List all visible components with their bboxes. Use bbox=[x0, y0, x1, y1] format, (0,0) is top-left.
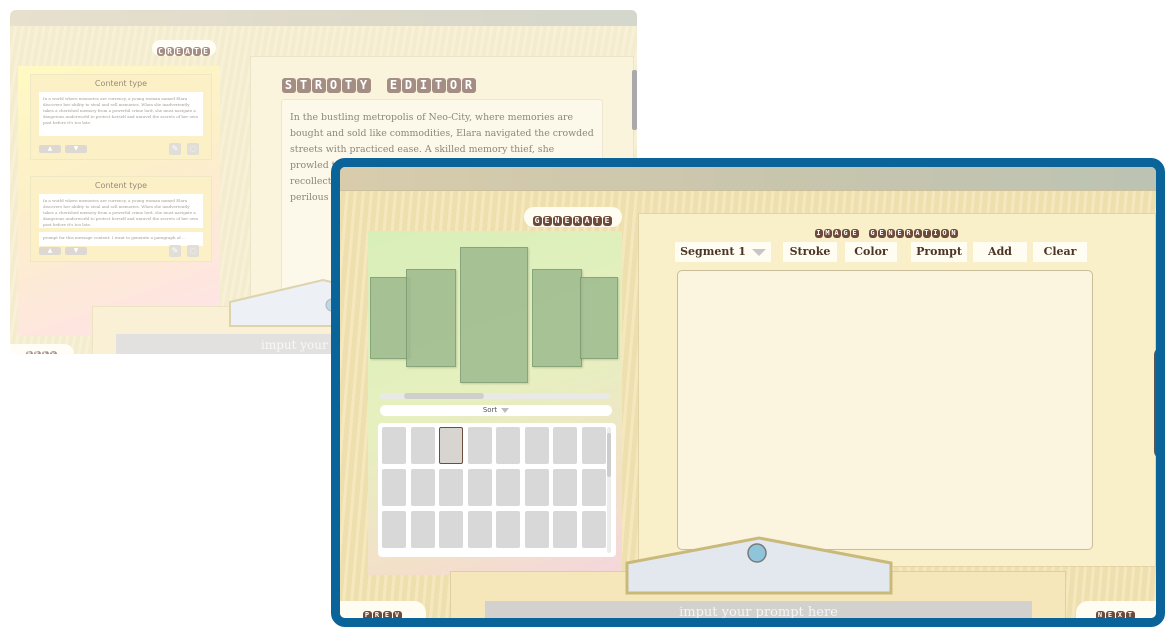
create-button[interactable]: CREATE bbox=[152, 40, 216, 56]
card-actions: ▲ ▼ ✎ ◌ bbox=[37, 245, 205, 257]
add-button[interactable]: Add bbox=[973, 242, 1027, 262]
sort-label: Sort bbox=[482, 406, 498, 414]
thumbnail-cell[interactable] bbox=[467, 469, 492, 506]
thumbnail-cell[interactable] bbox=[439, 427, 463, 464]
next-label: NEXT bbox=[1096, 610, 1135, 619]
move-up-button[interactable]: ▲ bbox=[39, 145, 61, 153]
chevron-down-icon bbox=[501, 407, 510, 413]
gallery-frame[interactable] bbox=[532, 269, 582, 367]
gallery-frame[interactable] bbox=[406, 269, 456, 367]
move-down-button[interactable]: ▼ bbox=[65, 145, 87, 153]
thumbnail-cell[interactable] bbox=[553, 511, 577, 548]
content-card[interactable]: Content type In a world where memories a… bbox=[30, 176, 212, 262]
move-down-button[interactable]: ▼ bbox=[65, 247, 87, 255]
thumbnail-cell[interactable] bbox=[496, 469, 520, 506]
thumbnail-cell[interactable] bbox=[467, 427, 492, 464]
editor-title: STROTY EDITOR bbox=[282, 74, 477, 93]
image-generation-panel: IMAGE GENERATION Segment 1 Stroke Color … bbox=[638, 213, 1156, 567]
side-handle[interactable] bbox=[1154, 347, 1156, 459]
thumbnail-cell[interactable] bbox=[524, 511, 549, 548]
prompt-button[interactable]: Prompt bbox=[911, 242, 967, 262]
thumbnail-cell[interactable] bbox=[382, 511, 406, 548]
segment-dropdown[interactable]: Segment 1 bbox=[675, 242, 771, 262]
gallery-frame[interactable] bbox=[580, 277, 618, 359]
prev-label: PREV bbox=[26, 341, 58, 354]
thumbnail-cell[interactable] bbox=[382, 469, 406, 506]
thumbnail-cell[interactable] bbox=[496, 511, 520, 548]
generate-button[interactable]: GENERATE bbox=[524, 207, 622, 227]
card-text: In a world where memories are currency, … bbox=[39, 92, 203, 136]
thumbnail-cell[interactable] bbox=[553, 469, 577, 506]
thumbnail-cell[interactable] bbox=[581, 511, 606, 548]
thumbnail-cell[interactable] bbox=[524, 469, 549, 506]
sort-dropdown[interactable]: Sort bbox=[380, 405, 612, 416]
pencil-icon[interactable]: ✎ bbox=[169, 245, 181, 257]
panel-title: IMAGE GENERATION bbox=[815, 229, 958, 238]
side-handle[interactable] bbox=[632, 70, 637, 130]
prev-label: PREV bbox=[363, 610, 402, 619]
thumbnail-grid bbox=[378, 423, 616, 557]
prev-button[interactable]: PREV bbox=[10, 344, 74, 354]
scrollbar-thumb[interactable] bbox=[404, 393, 484, 399]
thumbnail-cell[interactable] bbox=[553, 427, 577, 464]
next-button[interactable]: NEXT bbox=[1076, 601, 1156, 619]
stroke-button[interactable]: Stroke bbox=[783, 242, 837, 262]
thumbnail-cell[interactable] bbox=[439, 469, 463, 506]
color-button[interactable]: Color bbox=[845, 242, 897, 262]
card-actions: ▲ ▼ ✎ ◌ bbox=[37, 143, 205, 155]
pencil-icon[interactable]: ✎ bbox=[169, 143, 181, 155]
gallery-frame-center[interactable] bbox=[460, 247, 528, 383]
window-top-bar bbox=[10, 10, 637, 26]
image-gallery: Sort bbox=[368, 231, 622, 575]
card-title: Content type bbox=[94, 181, 148, 190]
window-edge bbox=[1156, 247, 1162, 617]
thumbnail-cell[interactable] bbox=[581, 427, 606, 464]
content-card[interactable]: Content type In a world where memories a… bbox=[30, 74, 212, 160]
segment-label: Segment 1 bbox=[680, 245, 746, 258]
gallery-frame[interactable] bbox=[370, 277, 410, 359]
move-up-button[interactable]: ▲ bbox=[39, 247, 61, 255]
thumbnail-cell[interactable] bbox=[439, 511, 463, 548]
clear-button[interactable]: Clear bbox=[1033, 242, 1087, 262]
delete-icon[interactable]: ◌ bbox=[187, 143, 199, 155]
thumbnail-cell[interactable] bbox=[467, 511, 492, 548]
thumbnail-cell[interactable] bbox=[496, 427, 520, 464]
screenshot-stage: CREATE Content type In a world where mem… bbox=[0, 0, 1165, 627]
create-label: CREATE bbox=[157, 46, 210, 56]
thumbnail-cell[interactable] bbox=[410, 427, 435, 464]
grid-scrollbar[interactable] bbox=[607, 427, 611, 553]
thumbnail-cell[interactable] bbox=[581, 469, 606, 506]
prompt-input[interactable]: imput your prompt here bbox=[485, 601, 1032, 618]
chevron-down-icon bbox=[751, 248, 766, 256]
image-generation-window: GENERATE Sort IMAGE GENERATION Segment 1… bbox=[331, 158, 1165, 627]
thumbnail-cell[interactable] bbox=[410, 511, 435, 548]
thumbnail-cell[interactable] bbox=[382, 427, 406, 464]
gallery-scrollbar[interactable] bbox=[380, 393, 610, 399]
delete-icon[interactable]: ◌ bbox=[187, 245, 199, 257]
drawer-tab[interactable] bbox=[624, 535, 894, 597]
content-sidebar: Content type In a world where memories a… bbox=[18, 66, 220, 336]
generate-label: GENERATE bbox=[533, 215, 612, 226]
prev-button[interactable]: PREV bbox=[340, 601, 426, 619]
scrollbar-thumb[interactable] bbox=[607, 433, 611, 477]
thumbnail-cell[interactable] bbox=[410, 469, 435, 506]
window-top-bar bbox=[340, 167, 1156, 191]
card-text: In a world where memories are currency, … bbox=[39, 194, 203, 228]
card-prompt: prompt for this message content: I want … bbox=[39, 232, 203, 246]
thumbnail-cell[interactable] bbox=[524, 427, 549, 464]
card-title: Content type bbox=[94, 79, 148, 88]
drawing-canvas[interactable] bbox=[677, 270, 1093, 550]
